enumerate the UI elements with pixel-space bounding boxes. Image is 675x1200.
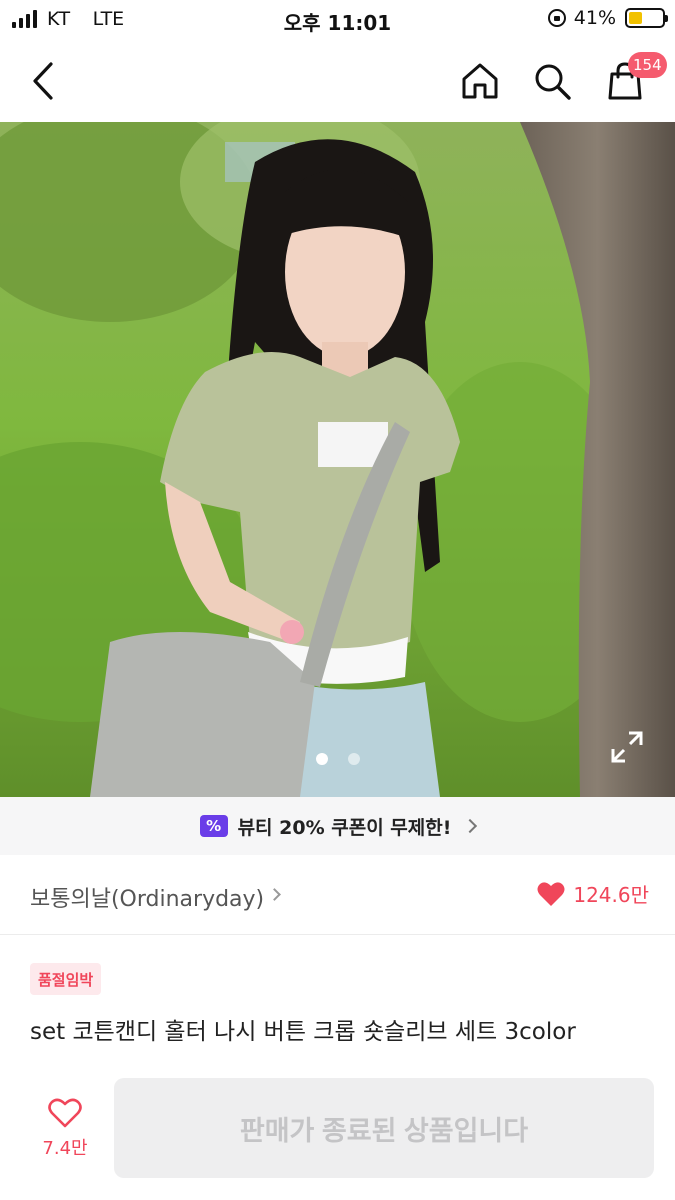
gallery-dot[interactable] bbox=[315, 753, 328, 765]
battery-percent: 41% bbox=[573, 7, 616, 29]
heart-outline-icon bbox=[48, 1098, 82, 1128]
back-arrow-icon bbox=[33, 62, 53, 100]
battery-fill bbox=[629, 12, 643, 24]
cart-count-badge: 154 bbox=[628, 52, 667, 78]
coupon-icon: % bbox=[199, 815, 228, 837]
coupon-banner[interactable]: % 뷰티 20% 쿠폰이 무제한! bbox=[0, 797, 675, 855]
search-icon bbox=[535, 64, 571, 100]
store-name-link[interactable]: 보통의날(Ordinaryday) bbox=[30, 881, 264, 913]
sold-out-button[interactable]: 판매가 종료된 상품입니다 bbox=[114, 1078, 654, 1178]
soldout-badge: 품절임박 bbox=[30, 963, 102, 995]
status-right: 41% bbox=[547, 7, 668, 29]
orientation-lock-icon bbox=[547, 9, 566, 27]
search-button[interactable] bbox=[525, 54, 579, 108]
product-image-gallery[interactable] bbox=[0, 122, 675, 797]
expand-icon[interactable] bbox=[609, 729, 645, 765]
status-bar: KT LTE 오후 11:01 41% bbox=[0, 0, 675, 40]
back-button[interactable] bbox=[16, 54, 70, 108]
product-like-count: 7.4만 bbox=[42, 1138, 88, 1159]
product-title: set 코튼캔디 홀터 나시 버튼 크롭 숏슬리브 세트 3color bbox=[30, 1019, 576, 1045]
battery-icon bbox=[625, 8, 668, 28]
chevron-right-icon[interactable] bbox=[268, 888, 281, 901]
chevron-right-icon bbox=[463, 818, 478, 834]
gallery-dots bbox=[0, 753, 675, 765]
coupon-text: 뷰티 20% 쿠폰이 무제한! bbox=[237, 816, 452, 839]
gallery-dot[interactable] bbox=[347, 753, 360, 765]
home-button[interactable] bbox=[453, 54, 507, 108]
cart-button[interactable]: 154 bbox=[598, 52, 667, 108]
product-photo bbox=[0, 122, 675, 797]
home-icon bbox=[462, 63, 498, 99]
store-row: 보통의날(Ordinaryday) 124.6만 bbox=[0, 855, 675, 935]
heart-filled-icon bbox=[537, 881, 565, 906]
store-like-count: 124.6만 bbox=[573, 883, 649, 907]
store-like-button[interactable]: 124.6만 bbox=[537, 879, 649, 908]
product-like-button[interactable]: 7.4만 bbox=[36, 1098, 94, 1160]
nav-bar: 154 bbox=[0, 40, 675, 122]
